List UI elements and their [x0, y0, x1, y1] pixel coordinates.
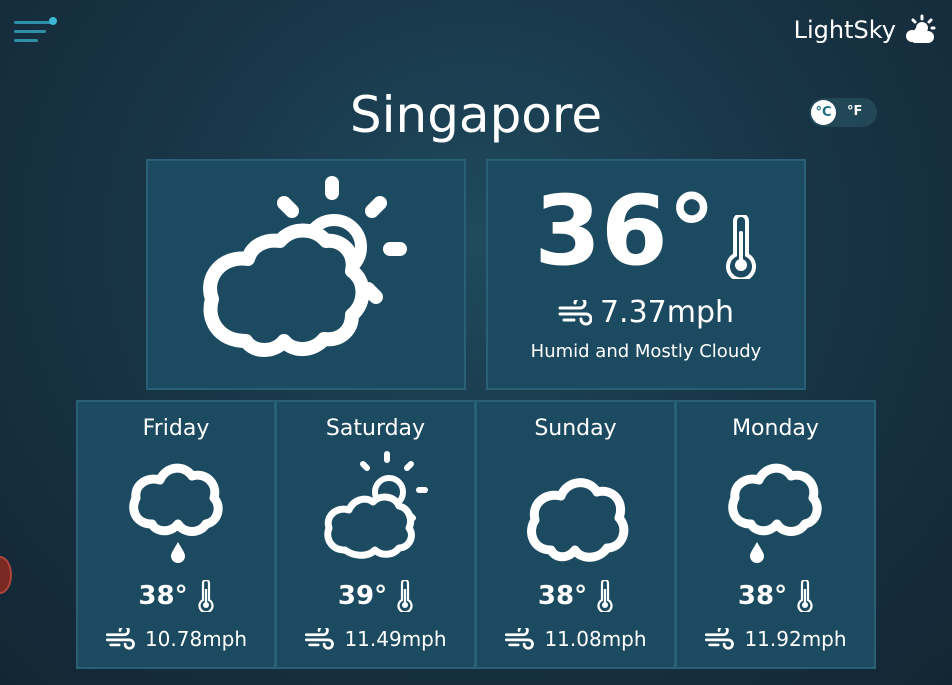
forecast-day-name: Saturday [325, 416, 426, 441]
forecast-wind-value: 11.49mph [344, 627, 447, 651]
hamburger-menu-icon[interactable] [14, 17, 60, 47]
thermometer-icon [198, 580, 214, 612]
current-temperature: 36° [488, 183, 804, 279]
forecast-wind: 11.08mph [477, 627, 674, 651]
forecast-wind-value: 10.78mph [144, 627, 248, 651]
condition-description: Humid and Mostly Cloudy [530, 341, 762, 362]
forecast-day-name: Monday [732, 416, 819, 441]
forecast-day-name: Friday [142, 416, 210, 441]
forecast-list: Friday 38° 10.78mph Saturday 39° 11.49mp… [76, 400, 876, 669]
current-wind: 7.37mph [488, 295, 804, 330]
forecast-temperature: 38° [677, 580, 874, 612]
forecast-card-sunday[interactable]: Sunday 38° 11.08mph [476, 400, 676, 669]
forecast-temperature-value: 38° [737, 581, 788, 611]
celsius-option[interactable]: °C [811, 100, 836, 125]
unit-toggle[interactable]: °C °F [809, 98, 877, 127]
thermometer-icon [597, 580, 613, 612]
rain-cloud-icon [728, 463, 822, 563]
wind-icon [505, 628, 535, 650]
forecast-card-friday[interactable]: Friday 38° 10.78mph [76, 400, 276, 669]
forecast-temperature-value: 38° [537, 581, 588, 611]
current-wind-value: 7.37mph [599, 295, 735, 330]
edge-handle[interactable] [0, 556, 12, 594]
forecast-day-name: Sunday [534, 416, 617, 441]
forecast-card-saturday[interactable]: Saturday 39° 11.49mph [276, 400, 476, 669]
cloud-icon [527, 478, 629, 562]
current-condition-panel [146, 159, 466, 390]
current-temperature-panel: 36° 7.37mph Humid and Mostly Cloudy [486, 159, 806, 390]
forecast-temperature-value: 38° [138, 581, 188, 611]
forecast-wind: 11.92mph [677, 627, 874, 651]
wind-icon [105, 628, 135, 650]
brand: LightSky [794, 14, 938, 46]
forecast-wind-value: 11.92mph [744, 627, 847, 651]
partly-cloudy-icon [324, 451, 428, 559]
forecast-temperature: 39° [277, 580, 474, 612]
brand-name: LightSky [793, 16, 896, 44]
forecast-card-monday[interactable]: Monday 38° 11.92mph [676, 400, 876, 669]
rain-cloud-icon [129, 463, 223, 563]
wind-icon [558, 299, 592, 325]
forecast-temperature: 38° [78, 580, 274, 612]
thermometer-icon [725, 215, 756, 279]
wind-icon [705, 628, 735, 650]
thermometer-icon [797, 580, 813, 612]
partly-cloudy-icon [203, 176, 407, 357]
forecast-temperature: 38° [477, 580, 674, 612]
forecast-temperature-value: 39° [337, 581, 388, 611]
current-temperature-value: 36° [534, 175, 716, 287]
wind-icon [305, 628, 335, 650]
forecast-wind-value: 11.08mph [544, 627, 647, 651]
forecast-wind: 10.78mph [78, 627, 274, 651]
fahrenheit-option[interactable]: °F [847, 104, 862, 119]
thermometer-icon [397, 580, 413, 612]
forecast-wind: 11.49mph [277, 627, 474, 651]
sun-cloud-icon [906, 14, 936, 43]
